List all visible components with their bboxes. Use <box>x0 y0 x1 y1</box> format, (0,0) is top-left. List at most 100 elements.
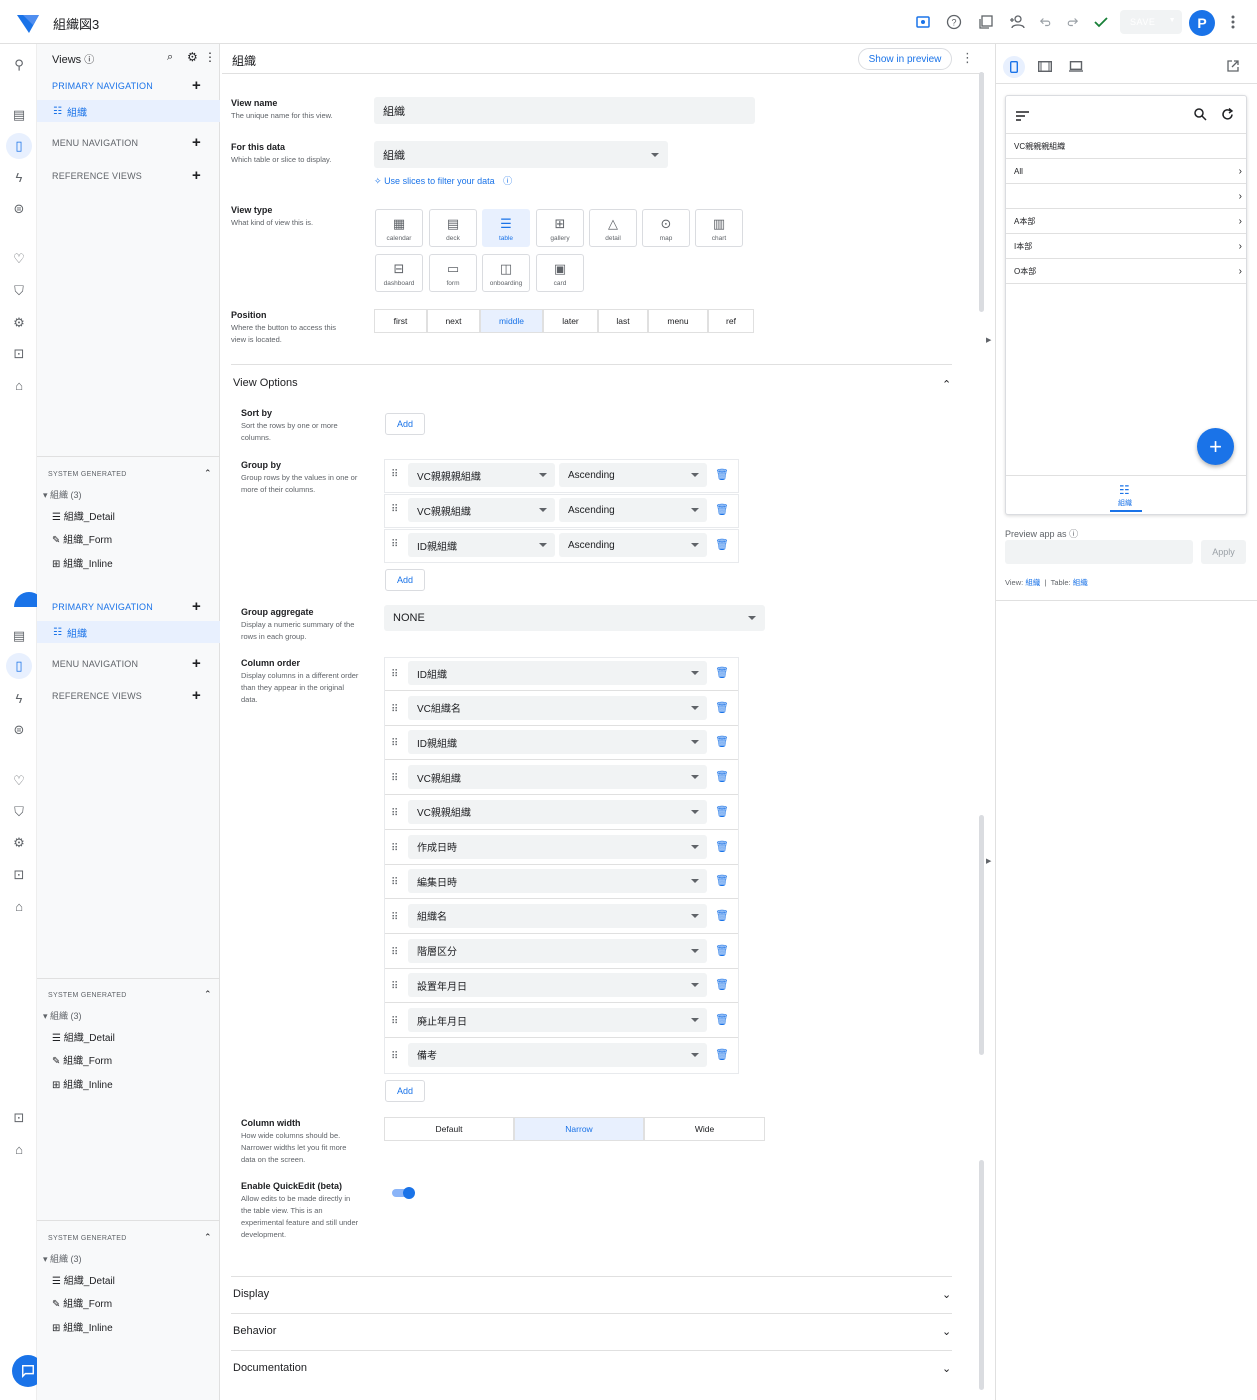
system-item-form[interactable]: ✎ 組織_Form <box>52 531 112 546</box>
chevron-up-icon[interactable]: ⌃ <box>204 1232 212 1243</box>
column-order-select[interactable]: 設置年月日 <box>408 973 707 998</box>
delete-trash-icon[interactable]: 🗑 <box>715 770 729 783</box>
drag-handle-icon[interactable]: ⠿ <box>391 669 398 680</box>
show-in-preview-button[interactable]: Show in preview <box>858 48 952 70</box>
position-first[interactable]: first <box>374 309 427 333</box>
view-type-table[interactable]: ☰ table <box>482 209 530 247</box>
view-type-gallery[interactable]: ⊞ gallery <box>536 209 584 247</box>
undo-icon[interactable] <box>1035 11 1057 33</box>
delete-trash-icon[interactable]: 🗑 <box>715 909 729 922</box>
position-later[interactable]: later <box>543 309 598 333</box>
table-icon[interactable]: ▤ <box>8 104 30 126</box>
avatar[interactable]: P <box>1189 10 1215 36</box>
info-icon[interactable]: ⓘ <box>1069 529 1078 539</box>
for-this-data-select[interactable]: 組織 <box>374 141 668 168</box>
group-by-order-select[interactable]: Ascending <box>559 463 707 487</box>
views-icon[interactable]: ▯ <box>6 133 32 159</box>
save-button[interactable]: SAVE ▼ <box>1120 10 1182 34</box>
group-by-order-select[interactable]: Ascending <box>559 498 707 522</box>
views-icon[interactable]: ▯ <box>6 653 32 679</box>
drag-handle-icon[interactable]: ⠿ <box>391 704 398 715</box>
system-table-node[interactable]: ▾ 組織 (3) <box>43 1252 82 1265</box>
search-icon[interactable]: ⌕ <box>167 51 173 64</box>
chevron-up-icon[interactable]: ⌃ <box>204 468 212 479</box>
share-user-icon[interactable] <box>1006 11 1028 33</box>
group-by-column-select[interactable]: ID親組織 <box>408 533 555 557</box>
drag-handle-icon[interactable]: ⠿ <box>391 539 398 550</box>
gear-icon[interactable]: ⚙ <box>187 50 198 64</box>
view-type-map[interactable]: ⊙ map <box>642 209 690 247</box>
search-icon[interactable] <box>1194 108 1207 124</box>
learn-hat-icon[interactable]: ⌂ <box>8 1138 30 1160</box>
delete-trash-icon[interactable]: 🗑 <box>715 1013 729 1026</box>
column-order-select[interactable]: ID親組織 <box>408 730 707 755</box>
delete-trash-icon[interactable]: 🗑 <box>715 840 729 853</box>
add-menu-view-button[interactable]: + <box>192 134 201 151</box>
column-order-select[interactable]: VC親親組織 <box>408 799 707 824</box>
system-item-detail[interactable]: ☰ 組織_Detail <box>52 508 115 523</box>
learn-hat-icon[interactable]: ⌂ <box>8 374 30 396</box>
delete-trash-icon[interactable]: 🗑 <box>715 735 729 748</box>
group-by-column-select[interactable]: VC親親組織 <box>408 498 555 522</box>
chevron-down-icon[interactable]: ⌄ <box>942 1288 951 1301</box>
position-last[interactable]: last <box>598 309 648 333</box>
delete-trash-icon[interactable]: 🗑 <box>715 944 729 957</box>
save-dropdown-caret-icon[interactable]: ▼ <box>1169 17 1176 24</box>
monitor-icon[interactable]: ⊡ <box>8 1107 30 1129</box>
system-item-inline[interactable]: ⊞ 組織_Inline <box>52 1319 113 1334</box>
behavior-section-heading[interactable]: Behavior <box>233 1325 276 1337</box>
use-slices-link[interactable]: ✧ Use slices to filter your data ⓘ <box>374 174 512 187</box>
quickedit-toggle[interactable] <box>392 1186 416 1200</box>
system-item-inline[interactable]: ⊞ 組織_Inline <box>52 555 113 570</box>
drag-handle-icon[interactable]: ⠿ <box>391 1051 398 1062</box>
data-icon[interactable]: ⚲ <box>8 54 30 76</box>
mobile-device-icon[interactable] <box>1003 56 1025 78</box>
info-icon[interactable]: ⓘ <box>84 55 94 66</box>
help-icon[interactable]: ? <box>943 11 965 33</box>
drag-handle-icon[interactable]: ⠿ <box>391 981 398 992</box>
redo-icon[interactable] <box>1061 11 1083 33</box>
system-item-detail[interactable]: ☰ 組織_Detail <box>52 1029 115 1044</box>
position-ref[interactable]: ref <box>708 309 754 333</box>
info-icon[interactable]: ⓘ <box>503 176 512 186</box>
column-order-select[interactable]: 編集日時 <box>408 869 707 894</box>
view-name-input[interactable]: 組織 <box>374 97 755 124</box>
delete-trash-icon[interactable]: 🗑 <box>715 666 729 679</box>
panel-collapse-handle-icon[interactable]: ▶ <box>986 857 991 865</box>
preview-group-row[interactable]: O本部 › <box>1006 259 1246 284</box>
view-type-card[interactable]: ▣ card <box>536 254 584 292</box>
view-options-heading[interactable]: View Options <box>233 377 298 389</box>
system-table-node[interactable]: ▾ 組織 (3) <box>43 488 82 501</box>
preview-tab-label[interactable]: 組織 <box>1118 498 1132 508</box>
add-menu-view-button[interactable]: + <box>192 655 201 672</box>
open-external-icon[interactable] <box>1227 60 1239 75</box>
chevron-down-icon[interactable]: ⌄ <box>942 1362 951 1375</box>
view-type-calendar[interactable]: ▦ calendar <box>375 209 423 247</box>
nav-item-組織[interactable]: ☷ 組織 <box>37 100 220 122</box>
system-table-node[interactable]: ▾ 組織 (3) <box>43 1009 82 1022</box>
preview-toggle-icon[interactable] <box>912 11 934 33</box>
column-order-select[interactable]: 作成日時 <box>408 834 707 859</box>
drag-handle-icon[interactable]: ⠿ <box>391 773 398 784</box>
view-type-dashboard[interactable]: ⊟ dashboard <box>375 254 423 292</box>
automation-bot-icon[interactable]: ⊜ <box>8 198 30 220</box>
more-vert-icon[interactable]: ⋮ <box>961 50 974 66</box>
preview-as-email-input[interactable] <box>1005 540 1193 564</box>
nav-item-組織[interactable]: ☷ 組織 <box>37 621 220 643</box>
add-primary-view-button[interactable]: + <box>192 77 201 94</box>
drag-handle-icon[interactable]: ⠿ <box>391 808 398 819</box>
automation-bot-icon[interactable]: ⊜ <box>8 719 30 741</box>
preview-group-row[interactable]: › <box>1006 184 1246 209</box>
delete-trash-icon[interactable]: 🗑 <box>715 978 729 991</box>
settings-gear-icon[interactable]: ⚙ <box>8 312 30 334</box>
position-next[interactable]: next <box>427 309 480 333</box>
settings-gear-icon[interactable]: ⚙ <box>8 832 30 854</box>
column-order-select[interactable]: 廃止年月日 <box>408 1008 707 1032</box>
add-reference-view-button[interactable]: + <box>192 687 201 704</box>
system-item-inline[interactable]: ⊞ 組織_Inline <box>52 1076 113 1091</box>
display-section-heading[interactable]: Display <box>233 1288 269 1300</box>
chevron-up-icon[interactable]: ⌃ <box>942 378 951 391</box>
intelligence-bulb-icon[interactable]: ♡ <box>8 248 30 270</box>
column-width-narrow[interactable]: Narrow <box>514 1117 644 1141</box>
refresh-icon[interactable] <box>1221 107 1234 124</box>
